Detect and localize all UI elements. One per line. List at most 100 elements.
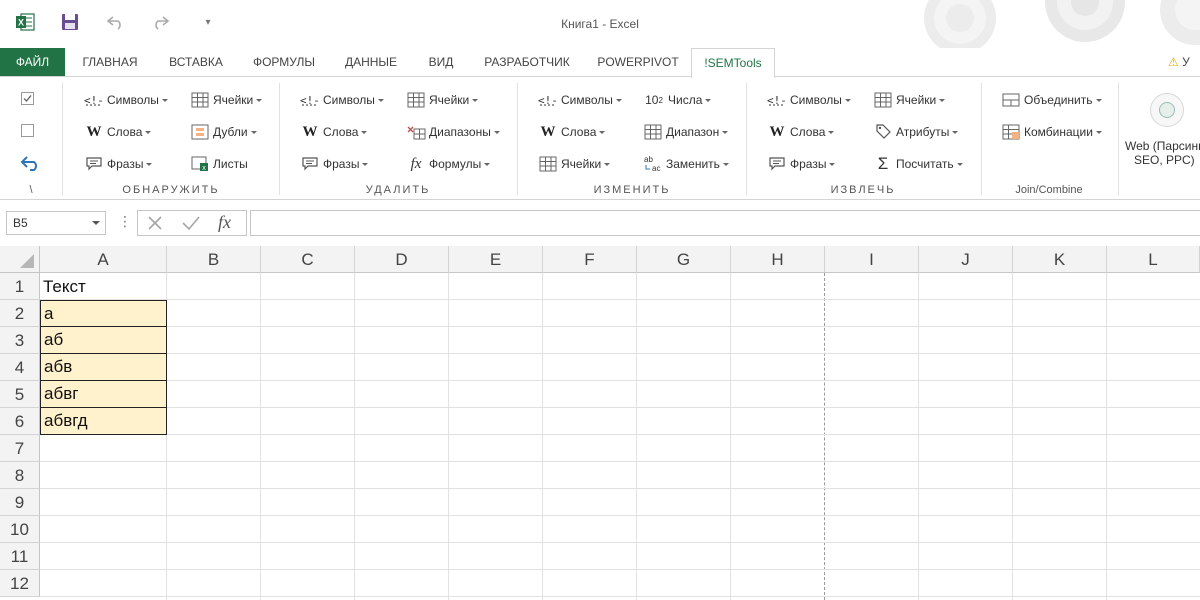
extract-words-button[interactable]: W Слова xyxy=(767,121,835,143)
column-header-e[interactable]: E xyxy=(449,246,543,273)
duplicates-icon xyxy=(190,123,210,141)
extract-symbols-label: Символы xyxy=(790,93,842,107)
change-replace-label: Заменить xyxy=(666,157,720,171)
column-header-h[interactable]: H xyxy=(731,246,825,273)
detect-words-button[interactable]: W Слова xyxy=(84,121,152,143)
formula-bar-resize-handle[interactable]: ⋮ xyxy=(118,213,132,230)
row-header-4[interactable]: 4 xyxy=(0,354,40,381)
change-range-button[interactable]: Диапазон xyxy=(643,121,729,143)
cell-a1[interactable]: Текст xyxy=(40,273,167,300)
name-box-dropdown-icon[interactable] xyxy=(92,221,100,225)
tab-isemtools[interactable]: !SEMTools xyxy=(691,48,775,78)
tab-insert[interactable]: ВСТАВКА xyxy=(160,48,232,77)
extract-count-button[interactable]: Σ Посчитать xyxy=(873,153,963,175)
tab-view[interactable]: ВИД xyxy=(418,48,464,77)
cell-a4[interactable]: абв xyxy=(40,354,167,381)
gridline xyxy=(354,273,355,600)
checkbox-unchecked[interactable] xyxy=(20,120,36,142)
column-header-l[interactable]: L xyxy=(1107,246,1200,273)
fx-icon: fx xyxy=(410,155,422,172)
column-header-k[interactable]: K xyxy=(1013,246,1107,273)
group-label-detect: ОБНАРУЖИТЬ xyxy=(122,184,220,196)
gridline xyxy=(730,273,731,600)
insert-function-icon[interactable]: fx xyxy=(218,212,231,233)
change-cells-button[interactable]: Ячейки xyxy=(538,153,611,175)
svg-text:x: x xyxy=(202,165,206,172)
extract-phrases-button[interactable]: Фразы xyxy=(767,153,836,175)
checkbox-unchecked-icon xyxy=(21,124,34,137)
select-all-corner[interactable] xyxy=(0,246,40,273)
combinations-button[interactable]: Комбинации xyxy=(1001,121,1102,143)
gridline xyxy=(40,515,1200,516)
extract-symbols-button[interactable]: <!- Символы xyxy=(767,89,851,111)
tab-formulas[interactable]: ФОРМУЛЫ xyxy=(244,48,324,77)
chevron-down-icon xyxy=(472,98,479,102)
change-words-label: Слова xyxy=(561,125,597,139)
change-symbols-button[interactable]: <!- Символы xyxy=(538,89,622,111)
row-header-2[interactable]: 2 xyxy=(0,300,40,327)
chevron-down-icon xyxy=(493,130,500,134)
row-header-3[interactable]: 3 xyxy=(0,327,40,354)
name-box[interactable]: B5 xyxy=(6,211,106,235)
cell-a5[interactable]: абвг xyxy=(40,381,167,408)
tab-developer[interactable]: РАЗРАБОТЧИК xyxy=(474,48,580,77)
row-header-11[interactable]: 11 xyxy=(0,543,40,570)
svg-text:ab: ab xyxy=(644,155,653,164)
detect-phrases-button[interactable]: Фразы xyxy=(84,153,153,175)
detect-duplicates-button[interactable]: Дубли xyxy=(190,121,257,143)
detect-cells-button[interactable]: Ячейки xyxy=(190,89,263,111)
formula-input[interactable] xyxy=(250,210,1200,236)
delete-formulas-button[interactable]: fx Формулы xyxy=(406,153,491,175)
delete-words-button[interactable]: W Слова xyxy=(300,121,368,143)
web-label-line1: Web (Парсинг xyxy=(1125,139,1200,153)
tab-home[interactable]: ГЛАВНАЯ xyxy=(72,48,148,77)
cell-a3[interactable]: аб xyxy=(40,327,167,354)
undo-action-button[interactable] xyxy=(20,152,42,174)
undo-arrow-icon xyxy=(20,156,37,171)
row-header-7[interactable]: 7 xyxy=(0,435,40,462)
cancel-entry-icon[interactable] xyxy=(146,214,164,237)
tab-file[interactable]: ФАЙЛ xyxy=(0,48,65,77)
warning-notice[interactable]: ⚠ У xyxy=(1168,48,1200,77)
checkbox-checked[interactable] xyxy=(20,88,36,110)
column-header-i[interactable]: I xyxy=(825,246,919,273)
row-header-8[interactable]: 8 xyxy=(0,462,40,489)
change-replace-button[interactable]: ab ac Заменить xyxy=(643,153,729,175)
row-header-10[interactable]: 10 xyxy=(0,516,40,543)
column-header-f[interactable]: F xyxy=(543,246,637,273)
delete-ranges-label: Диапазоны xyxy=(429,125,491,139)
column-header-d[interactable]: D xyxy=(355,246,449,273)
delete-phrases-button[interactable]: Фразы xyxy=(300,153,369,175)
change-symbols-label: Символы xyxy=(561,93,613,107)
change-numbers-button[interactable]: 10 2 Числа xyxy=(643,89,712,111)
change-words-button[interactable]: W Слова xyxy=(538,121,606,143)
gridline xyxy=(448,273,449,600)
extract-attributes-button[interactable]: Атрибуты xyxy=(873,121,959,143)
column-header-g[interactable]: G xyxy=(637,246,731,273)
tab-powerpivot[interactable]: POWERPIVOT xyxy=(592,48,684,77)
column-header-c[interactable]: C xyxy=(261,246,355,273)
column-header-a[interactable]: A xyxy=(40,246,167,273)
cell-a6[interactable]: абвгд xyxy=(40,408,167,435)
row-header-6[interactable]: 6 xyxy=(0,408,40,435)
group-separator xyxy=(279,83,280,195)
merge-button[interactable]: Объединить xyxy=(1001,89,1102,111)
detect-sheets-button[interactable]: x Листы xyxy=(190,153,248,175)
delete-ranges-button[interactable]: Диапазоны xyxy=(406,121,500,143)
column-header-j[interactable]: J xyxy=(919,246,1013,273)
row-header-1[interactable]: 1 xyxy=(0,273,40,300)
cell-a2[interactable]: а xyxy=(40,300,167,327)
row-header-5[interactable]: 5 xyxy=(0,381,40,408)
column-header-b[interactable]: B xyxy=(167,246,261,273)
confirm-entry-icon[interactable] xyxy=(181,214,201,237)
tab-data[interactable]: ДАННЫЕ xyxy=(336,48,406,77)
group-separator xyxy=(981,83,982,195)
delete-symbols-button[interactable]: <!- Символы xyxy=(300,89,384,111)
extract-cells-button[interactable]: Ячейки xyxy=(873,89,946,111)
row-header-9[interactable]: 9 xyxy=(0,489,40,516)
web-button[interactable]: Web (Парсинг SEO, PPC) xyxy=(1122,83,1200,179)
group-label-change: ИЗМЕНИТЬ xyxy=(593,184,671,196)
delete-cells-button[interactable]: Ячейки xyxy=(406,89,479,111)
row-header-12[interactable]: 12 xyxy=(0,570,40,597)
detect-symbols-button[interactable]: <!- Символы xyxy=(84,89,168,111)
